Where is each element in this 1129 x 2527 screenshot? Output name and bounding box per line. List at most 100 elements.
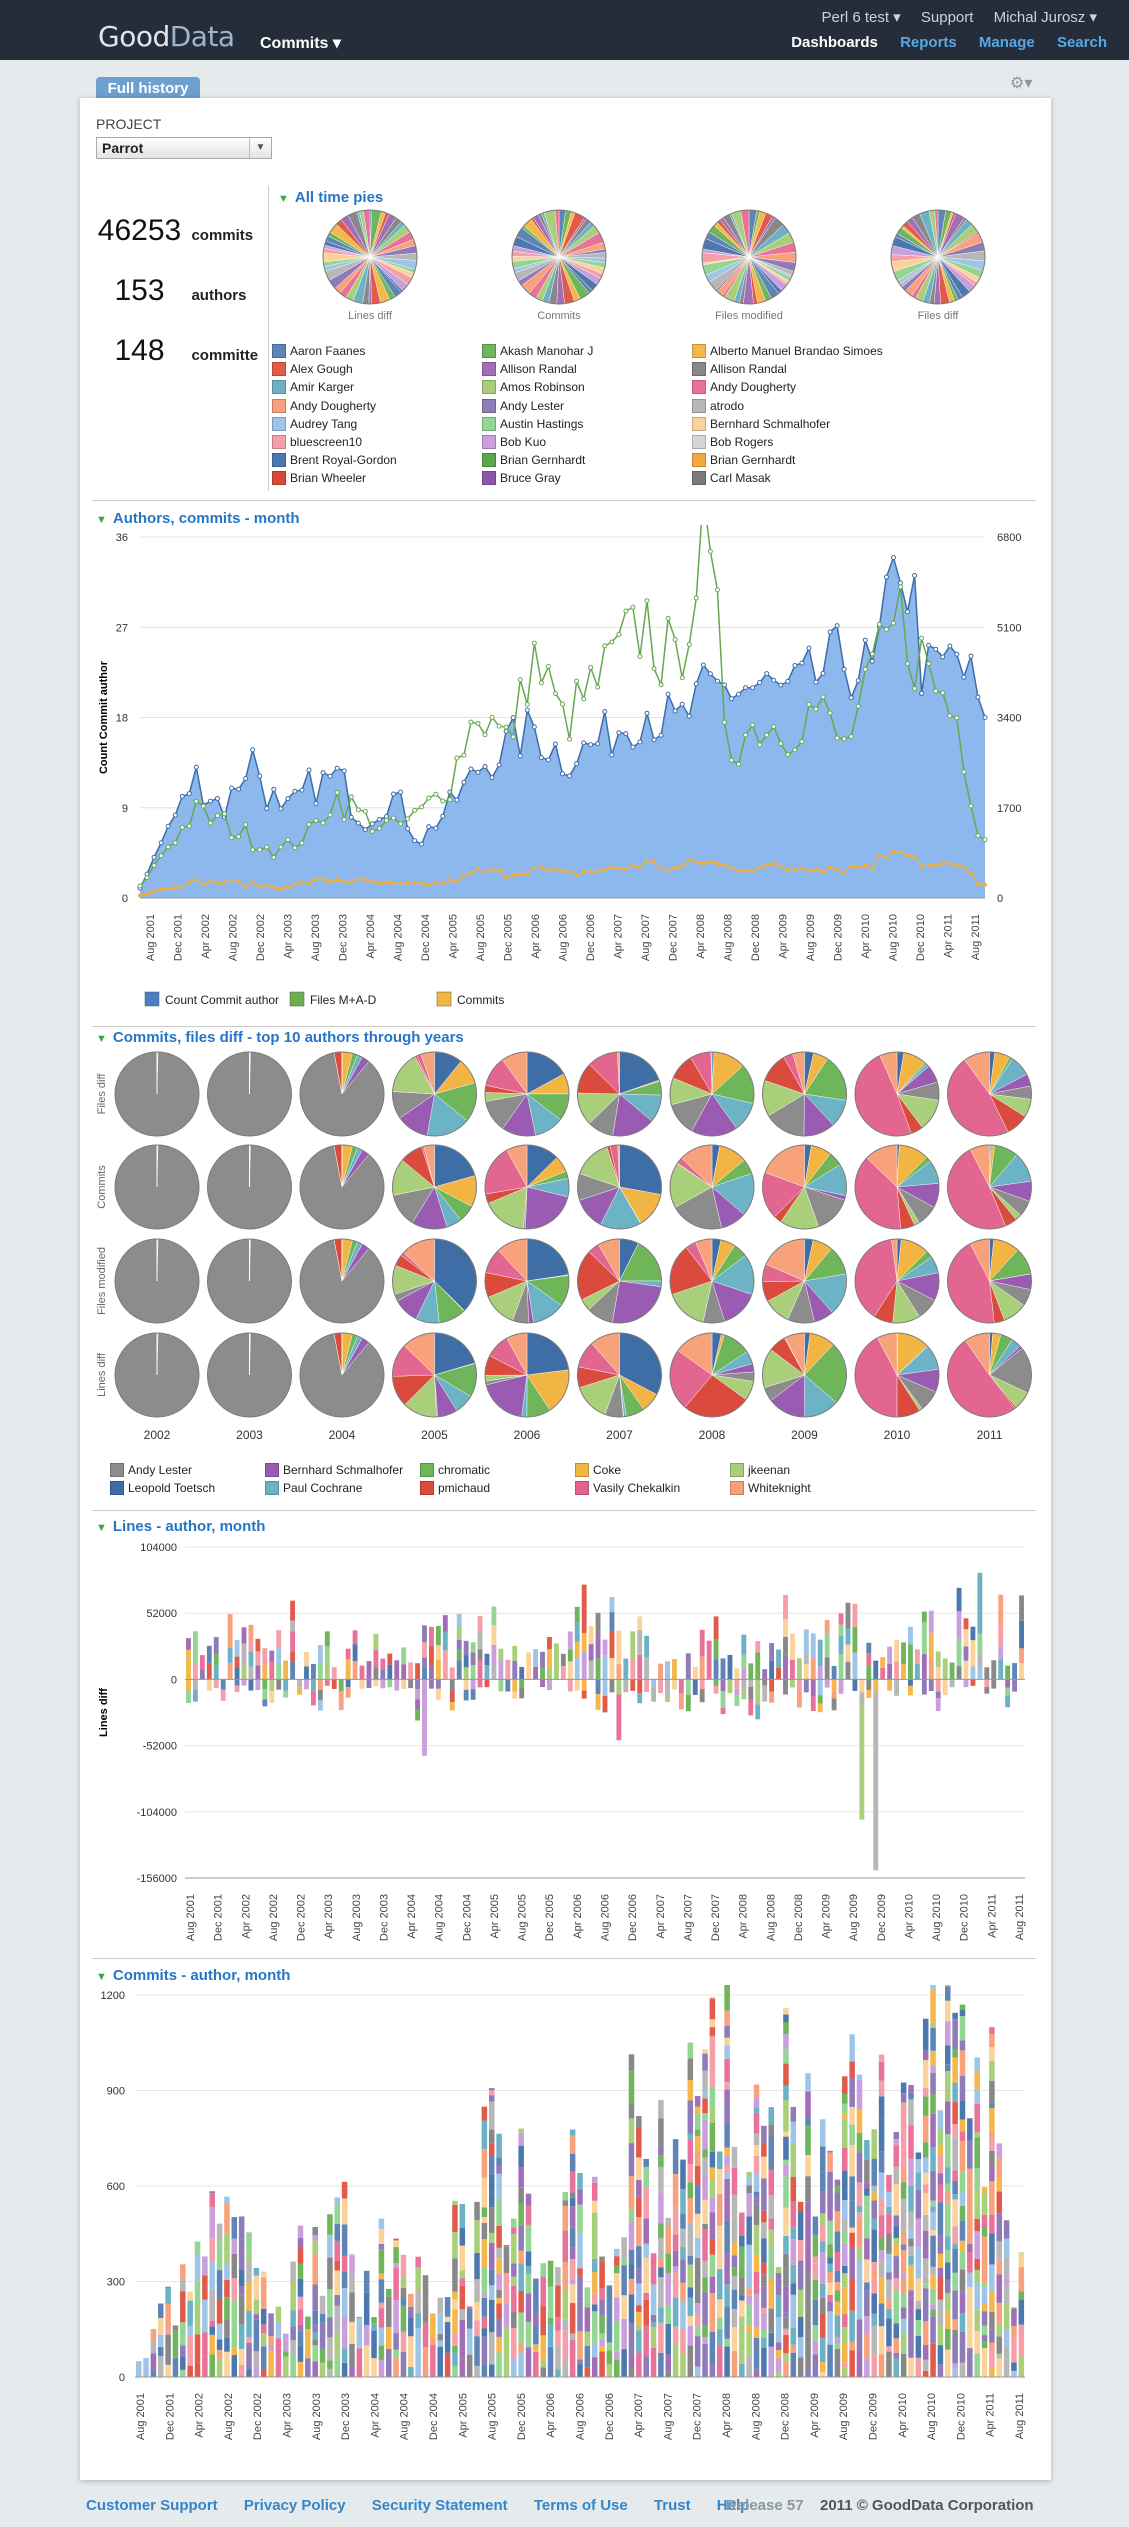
bar-segment bbox=[481, 2217, 488, 2223]
legend-item[interactable]: Bruce Gray bbox=[482, 471, 561, 486]
bar-segment bbox=[567, 1679, 573, 1692]
data-point-authors bbox=[327, 773, 333, 779]
legend-item[interactable]: Akash Manohar J bbox=[482, 344, 593, 358]
gear-icon[interactable]: ⚙▾ bbox=[1010, 73, 1032, 93]
project-select[interactable]: Parrot ▼ bbox=[96, 137, 272, 159]
bar-segment bbox=[394, 1660, 400, 1680]
bar-segment bbox=[491, 1663, 497, 1680]
bar-segment bbox=[268, 2313, 274, 2337]
legend-item[interactable]: Carl Masak bbox=[692, 471, 771, 486]
legend-item[interactable]: Brian Gernhardt bbox=[482, 453, 585, 468]
section-commits-author-title[interactable]: ▼ Commits - author, month bbox=[96, 1967, 290, 1984]
bar-segment bbox=[731, 2289, 738, 2309]
nav-reports[interactable]: Reports bbox=[900, 34, 957, 51]
nav-dashboards[interactable]: Dashboards bbox=[791, 34, 878, 51]
footer-link-security[interactable]: Security Statement bbox=[372, 2497, 508, 2514]
data-point-files bbox=[489, 714, 495, 720]
bar-segment bbox=[963, 1618, 969, 1630]
bar-segment bbox=[956, 1587, 962, 1612]
support-link[interactable]: Support bbox=[921, 9, 974, 26]
bar-segment bbox=[577, 2301, 583, 2332]
section-top10-title[interactable]: ▼ Commits, files diff - top 10 authors th… bbox=[96, 1029, 464, 1046]
legend-item[interactable]: Bernhard Schmalhofer bbox=[692, 416, 830, 431]
bar-segment bbox=[900, 2318, 907, 2333]
bar-segment bbox=[731, 2146, 738, 2168]
legend-item[interactable]: Austin Hastings bbox=[482, 416, 583, 431]
bar-segment bbox=[255, 1665, 261, 1680]
bar-segment bbox=[224, 2319, 230, 2338]
legend-item[interactable]: Alex Gough bbox=[272, 362, 353, 377]
footer-link-support[interactable]: Customer Support bbox=[86, 2497, 218, 2514]
project-menu[interactable]: Commits ▾ bbox=[260, 33, 341, 53]
x-tick-label: Dec 2004 bbox=[420, 914, 432, 961]
bar-segment bbox=[503, 2344, 510, 2377]
legend-item[interactable]: jkeenan bbox=[730, 1463, 790, 1477]
bar-segment bbox=[790, 2294, 797, 2328]
legend-item[interactable]: Brian Wheeler bbox=[272, 471, 366, 486]
bar-segment bbox=[755, 1641, 761, 1653]
legend-label: Akash Manohar J bbox=[500, 344, 594, 358]
legend-item[interactable]: Audrey Tang bbox=[272, 416, 357, 431]
user-menu[interactable]: Michal Jurosz ▾ bbox=[994, 9, 1097, 26]
legend-item[interactable]: Bob Rogers bbox=[692, 435, 773, 449]
legend-item[interactable]: Vasily Chekalkin bbox=[575, 1481, 680, 1495]
footer-link-privacy[interactable]: Privacy Policy bbox=[244, 2497, 346, 2514]
legend-item[interactable]: Andy Lester bbox=[482, 398, 564, 413]
legend-item[interactable]: Brian Gernhardt bbox=[692, 453, 795, 468]
bar-segment bbox=[312, 2254, 318, 2285]
legend-item[interactable]: Paul Cochrane bbox=[265, 1481, 362, 1495]
legend-item[interactable]: Aaron Faanes bbox=[272, 344, 365, 358]
bar-segment bbox=[312, 2226, 318, 2236]
legend-item[interactable]: atrodo bbox=[692, 398, 744, 413]
legend-label: Andy Lester bbox=[128, 1463, 193, 1477]
bar-segment bbox=[496, 2258, 502, 2274]
legend-item[interactable]: Andy Dougherty bbox=[692, 380, 796, 395]
footer-link-trust[interactable]: Trust bbox=[654, 2497, 691, 2514]
data-point-files bbox=[341, 817, 347, 823]
legend-item[interactable]: Leopold Toetsch bbox=[110, 1481, 215, 1495]
bar-segment bbox=[996, 2336, 1003, 2354]
legend-item[interactable]: pmichaud bbox=[420, 1481, 490, 1495]
project-switcher[interactable]: Perl 6 test ▾ bbox=[821, 9, 900, 26]
x-tick-label: Dec 2007 bbox=[668, 914, 680, 961]
bar-segment bbox=[599, 2288, 605, 2300]
legend-item[interactable]: Brent Royal-Gordon bbox=[272, 453, 397, 468]
bar-segment bbox=[886, 2191, 892, 2207]
bar-segment bbox=[827, 2150, 833, 2153]
legend-item[interactable]: Andy Lester bbox=[110, 1463, 192, 1477]
legend-item[interactable]: Bob Kuo bbox=[482, 435, 546, 449]
nav-manage[interactable]: Manage bbox=[979, 34, 1035, 51]
bar-segment bbox=[842, 2367, 848, 2377]
nav-search[interactable]: Search bbox=[1057, 34, 1107, 51]
legend-item[interactable]: Coke bbox=[575, 1463, 621, 1477]
legend-item[interactable]: chromatic bbox=[420, 1463, 490, 1477]
section-all-time-pies-title[interactable]: ▼ All time pies bbox=[278, 189, 383, 206]
bar-segment bbox=[290, 2310, 296, 2327]
legend-item[interactable]: Whiteknight bbox=[730, 1481, 811, 1495]
bar-segment bbox=[643, 2186, 649, 2219]
bar-segment bbox=[866, 1665, 872, 1680]
bar-segment bbox=[437, 2297, 444, 2314]
bar-segment bbox=[989, 2329, 995, 2343]
legend-item[interactable]: Bernhard Schmalhofer bbox=[265, 1463, 403, 1477]
gooddata-logo[interactable]: GoodData bbox=[98, 20, 235, 53]
data-point-commits bbox=[849, 864, 854, 869]
legend-item[interactable]: Allison Randal bbox=[692, 362, 787, 377]
footer-link-terms[interactable]: Terms of Use bbox=[534, 2497, 628, 2514]
bar-segment bbox=[746, 2216, 752, 2245]
data-point-commits bbox=[187, 880, 192, 885]
bar-segment bbox=[511, 2263, 517, 2269]
bar-segment bbox=[400, 2287, 407, 2299]
section-lines-title[interactable]: ▼ Lines - author, month bbox=[96, 1518, 265, 1535]
bar-segment bbox=[671, 1679, 677, 1690]
legend-item[interactable]: bluescreen10 bbox=[272, 435, 362, 449]
legend-item[interactable]: Alberto Manuel Brandao Simoes bbox=[692, 344, 883, 358]
legend-item[interactable]: Amir Karger bbox=[272, 380, 354, 395]
bar-segment bbox=[276, 1647, 282, 1665]
legend-item[interactable]: Andy Dougherty bbox=[272, 398, 376, 413]
data-point-commits bbox=[898, 849, 903, 854]
bar-segment bbox=[908, 2084, 914, 2093]
legend-item[interactable]: Allison Randal bbox=[482, 362, 577, 377]
data-point-authors bbox=[320, 770, 326, 776]
legend-item[interactable]: Amos Robinson bbox=[482, 380, 585, 395]
